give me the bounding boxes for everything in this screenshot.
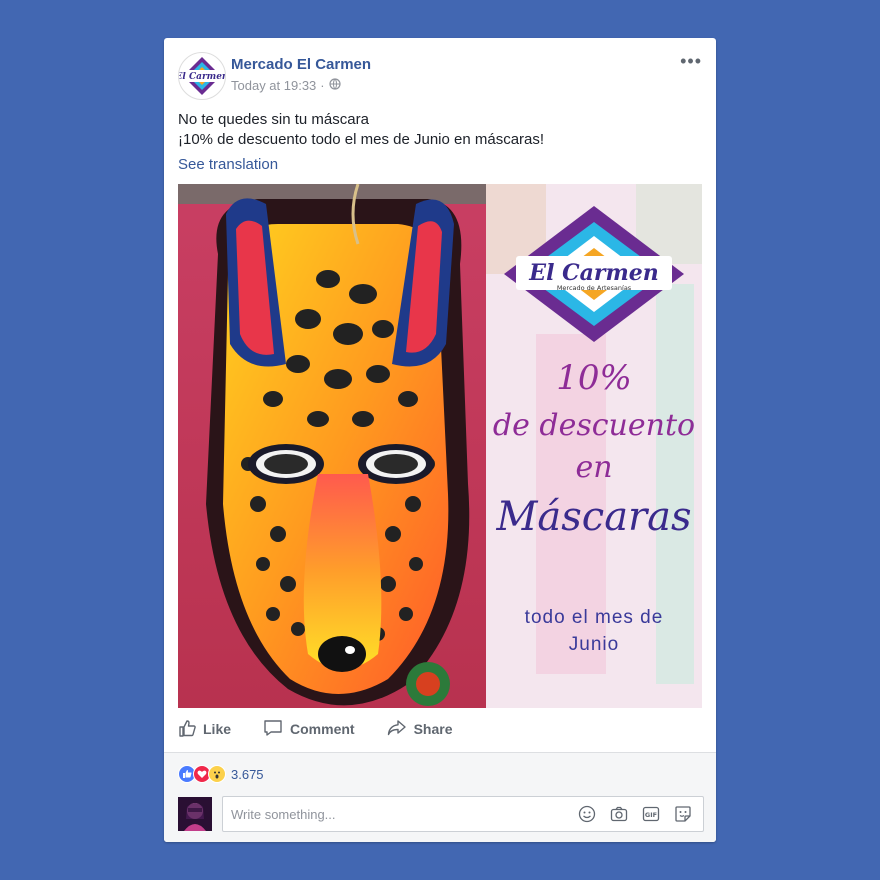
gif-icon[interactable]: GIF (641, 804, 661, 824)
globe-icon (329, 78, 341, 93)
comment-bubble-icon (263, 719, 283, 740)
post-actions-bar: Like Comment Share (178, 718, 453, 740)
share-button[interactable]: Share (387, 719, 453, 740)
like-label: Like (203, 721, 232, 737)
post-timestamp[interactable]: Today at 19:33 (231, 78, 316, 93)
meta-separator: · (320, 78, 325, 93)
logo-text: El Carmen (528, 260, 658, 286)
promo-month: todo el mes de Junio (486, 604, 702, 658)
promo-en: en (575, 450, 613, 485)
facebook-post-card: El Carmen Mercado El Carmen Today at 19:… (164, 38, 716, 842)
more-options-icon[interactable]: ••• (680, 52, 702, 70)
promo-discount: de descuento (492, 408, 696, 443)
like-button[interactable]: Like (178, 719, 231, 740)
comment-tools: GIF (577, 804, 693, 824)
promo-panel: El Carmen Mercado de Artesanías 10% de d… (486, 184, 702, 708)
post-footer: 3.675 GIF (164, 752, 716, 842)
post-text-line2: ¡10% de descuento todo el mes de Junio e… (178, 131, 545, 148)
promo-percent: 10% (556, 358, 632, 398)
promo-month-line1: todo el mes de (524, 607, 664, 628)
page-avatar[interactable]: El Carmen (178, 52, 226, 100)
post-text-line1: No te quedes sin tu máscara (178, 111, 369, 128)
share-arrow-icon (387, 719, 407, 740)
post-meta: Today at 19:33 · (231, 78, 341, 93)
promo-mascaras: Máscaras (496, 494, 692, 540)
page-name-link[interactable]: Mercado El Carmen (231, 56, 371, 73)
user-avatar[interactable] (178, 797, 212, 831)
reactions-summary[interactable]: 3.675 (178, 765, 264, 783)
comment-input[interactable] (229, 797, 563, 831)
comment-button[interactable]: Comment (263, 719, 355, 740)
camera-icon[interactable] (609, 804, 629, 824)
logo-subtext: Mercado de Artesanías (557, 284, 632, 292)
mask-photo (178, 184, 486, 708)
wow-reaction-icon (208, 765, 226, 783)
comment-box: GIF (222, 796, 704, 832)
thumbs-up-icon (178, 719, 196, 740)
see-translation-link[interactable]: See translation (178, 156, 278, 173)
sticker-icon[interactable] (673, 804, 693, 824)
svg-text:El Carmen: El Carmen (179, 72, 225, 82)
post-header: El Carmen Mercado El Carmen Today at 19:… (178, 52, 702, 102)
post-photo[interactable]: El Carmen Mercado de Artesanías 10% de d… (178, 184, 702, 708)
reactions-count[interactable]: 3.675 (231, 767, 264, 782)
share-label: Share (413, 721, 453, 737)
post-body-text: No te quedes sin tu máscara ¡10% de desc… (178, 110, 544, 150)
svg-text:GIF: GIF (645, 811, 657, 819)
comment-label: Comment (290, 721, 355, 737)
emoji-icon[interactable] (577, 804, 597, 824)
promo-month-line2: Junio (568, 634, 620, 655)
